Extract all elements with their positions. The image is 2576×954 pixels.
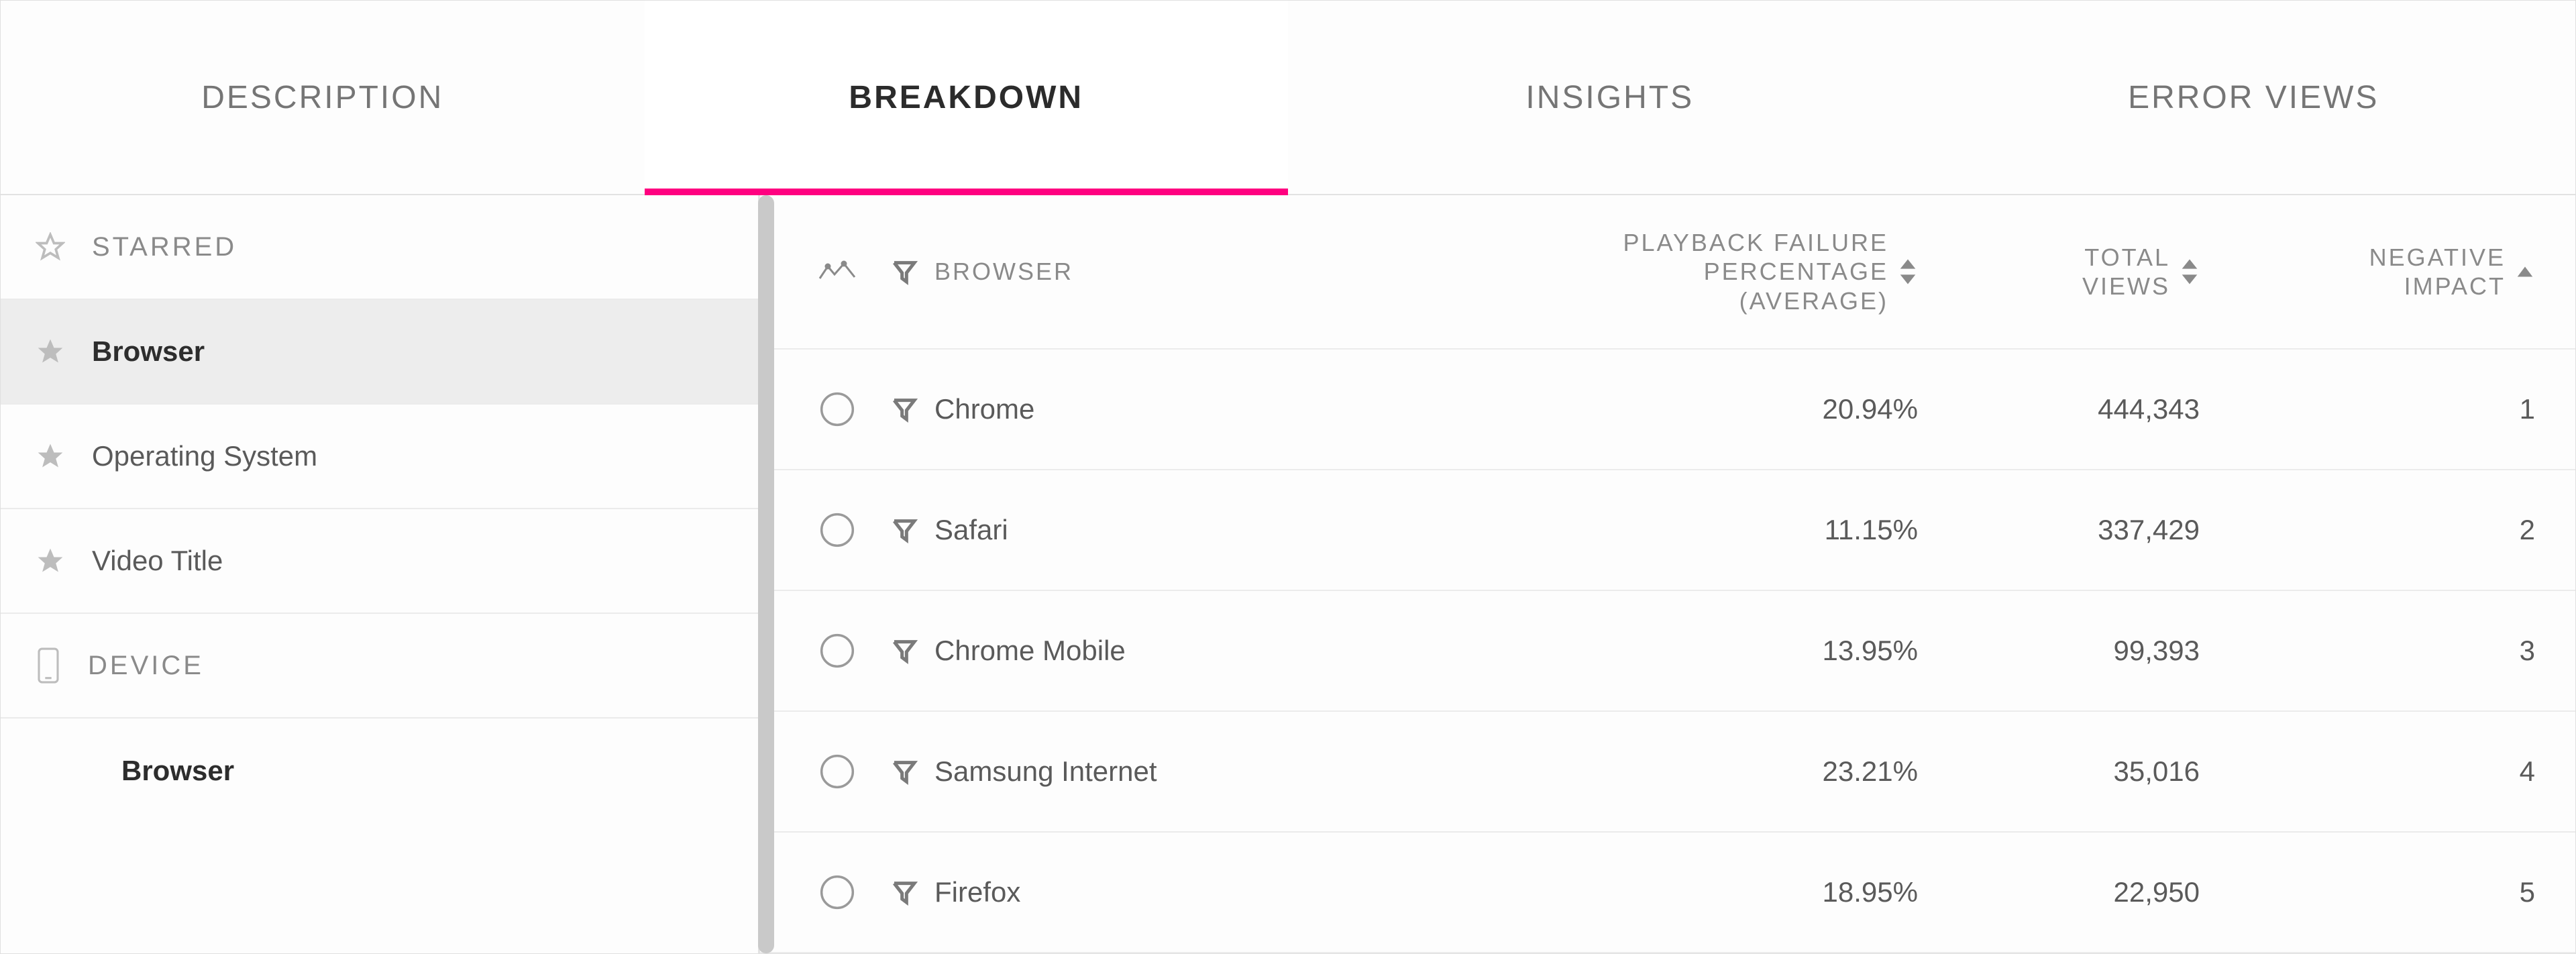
tab-breakdown[interactable]: BREAKDOWN — [645, 1, 1289, 194]
cell-negative-impact: 4 — [2200, 755, 2535, 788]
content-body: STARRED Browser Operating System Video T… — [1, 195, 2575, 953]
cell-playback-failure: 20.94% — [1502, 393, 1918, 425]
column-label-stack: PLAYBACK FAILURE PERCENTAGE (AVERAGE) — [1623, 228, 1888, 315]
row-filter[interactable] — [874, 879, 934, 906]
row-filter[interactable] — [874, 396, 934, 423]
column-total-views[interactable]: TOTAL VIEWS — [1918, 243, 2200, 301]
sidebar-section-label: STARRED — [92, 232, 237, 262]
column-filter-header[interactable] — [874, 258, 934, 285]
cell-total-views: 99,393 — [1918, 635, 2200, 667]
cell-negative-impact: 2 — [2200, 514, 2535, 546]
sidebar-section-starred[interactable]: STARRED — [1, 195, 758, 300]
table-row[interactable]: Safari11.15%337,4292 — [760, 470, 2575, 591]
row-select[interactable] — [800, 632, 874, 670]
sidebar: STARRED Browser Operating System Video T… — [1, 195, 760, 953]
sidebar-section-label: DEVICE — [88, 651, 204, 681]
cell-playback-failure: 18.95% — [1502, 876, 1918, 908]
column-label-line: (AVERAGE) — [1739, 286, 1888, 315]
row-select[interactable] — [800, 873, 874, 911]
sidebar-subitem-browser[interactable]: Browser — [1, 719, 758, 823]
cell-total-views: 35,016 — [1918, 755, 2200, 788]
tab-bar: DESCRIPTION BREAKDOWN INSIGHTS ERROR VIE… — [1, 1, 2575, 195]
table-row[interactable]: Chrome Mobile13.95%99,3933 — [760, 591, 2575, 712]
sidebar-item-label: Operating System — [92, 440, 317, 472]
cell-playback-failure: 13.95% — [1502, 635, 1918, 667]
column-label-stack: TOTAL VIEWS — [2082, 243, 2170, 301]
column-browser[interactable]: BROWSER — [934, 258, 1502, 286]
column-label-line: NEGATIVE — [2369, 243, 2506, 272]
radio-icon — [818, 873, 856, 911]
column-label-line: IMPACT — [2404, 272, 2506, 301]
table-body: Chrome20.94%444,3431Safari11.15%337,4292… — [760, 350, 2575, 953]
column-negative-impact[interactable]: NEGATIVE IMPACT — [2200, 243, 2535, 301]
sidebar-item-label: Browser — [121, 755, 234, 787]
filter-icon — [891, 396, 918, 423]
table-row[interactable]: Samsung Internet23.21%35,0164 — [760, 712, 2575, 833]
line-chart-icon — [818, 260, 856, 284]
cell-total-views: 22,950 — [1918, 876, 2200, 908]
column-label-line: PLAYBACK FAILURE — [1623, 228, 1888, 257]
radio-icon — [818, 390, 856, 428]
filter-icon — [891, 879, 918, 906]
filter-icon — [891, 637, 918, 664]
star-filled-icon — [36, 337, 65, 366]
radio-icon — [818, 511, 856, 549]
sort-both-icon — [1898, 258, 1918, 285]
sidebar-item-browser[interactable]: Browser — [1, 300, 758, 405]
device-icon — [36, 647, 61, 684]
radio-icon — [818, 632, 856, 670]
row-select[interactable] — [800, 753, 874, 790]
cell-browser-name: Chrome Mobile — [934, 635, 1502, 667]
main-panel: BROWSER PLAYBACK FAILURE PERCENTAGE (AVE… — [760, 195, 2575, 953]
row-filter[interactable] — [874, 758, 934, 785]
table-row[interactable]: Firefox18.95%22,9505 — [760, 833, 2575, 953]
column-label-stack: NEGATIVE IMPACT — [2369, 243, 2506, 301]
star-filled-icon — [36, 441, 65, 471]
sort-asc-icon — [2515, 263, 2535, 280]
table-header: BROWSER PLAYBACK FAILURE PERCENTAGE (AVE… — [760, 195, 2575, 350]
cell-browser-name: Safari — [934, 514, 1502, 546]
radio-icon — [818, 753, 856, 790]
row-select[interactable] — [800, 511, 874, 549]
column-label-line: PERCENTAGE — [1704, 257, 1888, 286]
cell-total-views: 337,429 — [1918, 514, 2200, 546]
row-select[interactable] — [800, 390, 874, 428]
column-chart-toggle[interactable] — [800, 260, 874, 284]
column-playback-failure[interactable]: PLAYBACK FAILURE PERCENTAGE (AVERAGE) — [1502, 228, 1918, 315]
column-label-line: TOTAL — [2084, 243, 2170, 272]
star-outline-icon — [36, 232, 65, 262]
sidebar-section-device[interactable]: DEVICE — [1, 614, 758, 719]
cell-playback-failure: 11.15% — [1502, 514, 1918, 546]
filter-icon — [891, 758, 918, 785]
tab-description[interactable]: DESCRIPTION — [1, 1, 645, 194]
app-root: DESCRIPTION BREAKDOWN INSIGHTS ERROR VIE… — [0, 0, 2576, 954]
tab-insights[interactable]: INSIGHTS — [1288, 1, 1932, 194]
sidebar-item-operating-system[interactable]: Operating System — [1, 405, 758, 509]
sidebar-item-label: Browser — [92, 335, 205, 368]
star-filled-icon — [36, 546, 65, 576]
filter-icon — [891, 258, 918, 285]
cell-negative-impact: 5 — [2200, 876, 2535, 908]
column-label: BROWSER — [934, 258, 1073, 286]
tab-error-views[interactable]: ERROR VIEWS — [1932, 1, 2576, 194]
row-filter[interactable] — [874, 517, 934, 543]
row-filter[interactable] — [874, 637, 934, 664]
sidebar-item-label: Video Title — [92, 545, 223, 577]
cell-negative-impact: 1 — [2200, 393, 2535, 425]
sidebar-item-video-title[interactable]: Video Title — [1, 509, 758, 614]
cell-playback-failure: 23.21% — [1502, 755, 1918, 788]
cell-browser-name: Firefox — [934, 876, 1502, 908]
filter-icon — [891, 517, 918, 543]
cell-browser-name: Chrome — [934, 393, 1502, 425]
cell-negative-impact: 3 — [2200, 635, 2535, 667]
table-row[interactable]: Chrome20.94%444,3431 — [760, 350, 2575, 470]
sort-both-icon — [2180, 258, 2200, 285]
cell-total-views: 444,343 — [1918, 393, 2200, 425]
cell-browser-name: Samsung Internet — [934, 755, 1502, 788]
column-label-line: VIEWS — [2082, 272, 2170, 301]
